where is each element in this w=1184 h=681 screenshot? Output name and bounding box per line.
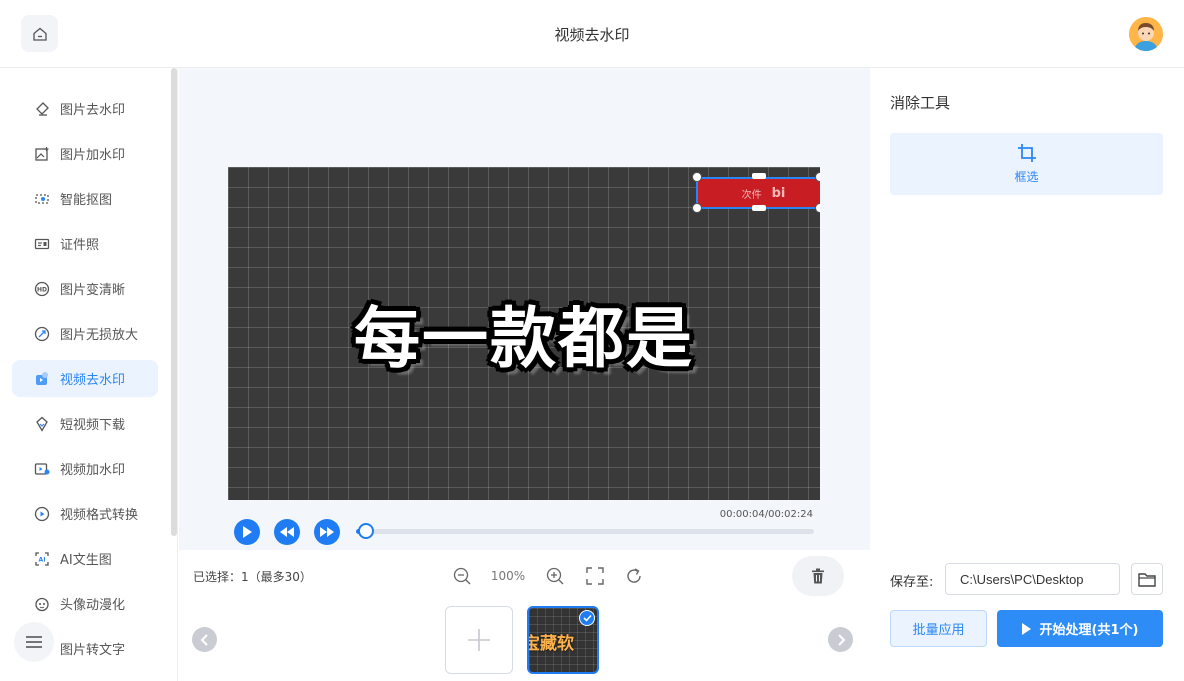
prev-button[interactable]: [192, 627, 217, 652]
forward-button[interactable]: [314, 519, 340, 545]
menu-button[interactable]: [14, 622, 54, 662]
chevron-right-icon: [837, 633, 845, 646]
anime-icon: [34, 596, 50, 612]
resize-handle-bottom[interactable]: [752, 205, 766, 211]
fit-screen-button[interactable]: [585, 566, 605, 586]
sidebar-item-video-format-convert[interactable]: 视频格式转换: [12, 495, 158, 532]
sidebar-item-label: 短视频下载: [60, 418, 126, 433]
delete-button[interactable]: [792, 556, 844, 596]
box-select-label: 框选: [1014, 170, 1039, 184]
time-display: 00:00:04/00:02:24: [719, 509, 813, 520]
zoom-out-icon: [453, 567, 471, 585]
video-thumbnail[interactable]: 宝藏软: [527, 606, 599, 674]
zoom-out-button[interactable]: [452, 566, 472, 586]
refresh-icon: [627, 568, 641, 583]
next-button[interactable]: [828, 627, 853, 652]
progress-thumb[interactable]: [358, 523, 374, 539]
play-icon: [243, 526, 252, 538]
start-process-button[interactable]: 开始处理(共1个): [997, 610, 1163, 647]
sidebar-item-video-remove-watermark[interactable]: 视频去水印: [12, 360, 158, 397]
selected-count: 已选择：1（最多30）: [193, 570, 312, 584]
page-title: 视频去水印: [554, 26, 630, 44]
image-add-icon: [34, 146, 50, 162]
enlarge-icon: [34, 326, 50, 342]
sidebar-item-label: 图片加水印: [60, 148, 126, 163]
sidebar-item-label: 智能抠图: [60, 193, 113, 208]
folder-icon: [1138, 572, 1156, 587]
sidebar-item-image-enhance[interactable]: HD 图片变清晰: [12, 270, 158, 307]
sidebar-item-image-add-watermark[interactable]: 图片加水印: [12, 135, 158, 172]
batch-apply-button[interactable]: 批量应用: [890, 610, 987, 647]
sidebar-item-id-photo[interactable]: 证件照: [12, 225, 158, 262]
start-process-label: 开始处理(共1个): [1039, 623, 1139, 638]
sidebar-item-video-add-watermark[interactable]: 视频加水印: [12, 450, 158, 487]
save-path-input[interactable]: [945, 563, 1120, 595]
id-card-icon: [34, 236, 50, 252]
sidebar-item-ai-text-to-image[interactable]: AI AI文生图: [12, 540, 158, 577]
zoom-level: 100%: [490, 569, 526, 583]
user-avatar[interactable]: [1129, 17, 1163, 51]
thumbnail-text: 宝藏软: [527, 634, 574, 654]
resize-handle-top-left[interactable]: [692, 172, 702, 182]
svg-text:HD: HD: [37, 286, 47, 293]
sidebar-item-image-remove-watermark[interactable]: 图片去水印: [12, 90, 158, 127]
play-triangle-icon: [1021, 622, 1031, 635]
sidebar-scrollbar[interactable]: [171, 68, 177, 536]
rewind-icon: [280, 527, 294, 537]
hd-icon: HD: [34, 281, 50, 297]
sidebar-item-label: 图片转文字: [60, 643, 126, 658]
avatar-icon: [1129, 17, 1163, 51]
app-window: 视频去水印 图片去水印 图片加水印 智能抠图 证件照 HD 图片变清晰 图片无损…: [0, 0, 1184, 681]
video-add-icon: [34, 461, 50, 477]
sidebar-item-label: 图片去水印: [60, 103, 126, 118]
download-icon: [34, 416, 50, 432]
progress-track[interactable]: [356, 529, 814, 534]
play-button[interactable]: [234, 519, 260, 545]
video-preview[interactable]: 每一款都是 次件 bi: [228, 167, 820, 500]
video-caption: 每一款都是: [354, 299, 694, 377]
cutout-icon: [34, 191, 50, 207]
zoom-in-icon: [546, 567, 564, 585]
browse-folder-button[interactable]: [1131, 563, 1163, 595]
resize-handle-top[interactable]: [752, 173, 766, 179]
sidebar: 图片去水印 图片加水印 智能抠图 证件照 HD 图片变清晰 图片无损放大 视频去…: [0, 68, 178, 681]
eraser-icon: [34, 101, 50, 117]
tools-title: 消除工具: [890, 94, 951, 112]
fast-forward-icon: [320, 527, 334, 537]
preview-area: 每一款都是 次件 bi 00:00:04/00:02:24: [179, 68, 870, 550]
sidebar-item-label: 视频去水印: [60, 373, 126, 388]
chevron-left-icon: [200, 633, 208, 646]
video-eraser-icon: [34, 371, 50, 387]
sidebar-item-label: 证件照: [60, 238, 100, 253]
svg-text:AI: AI: [39, 556, 46, 563]
sidebar-item-label: AI文生图: [60, 553, 112, 568]
resize-handle-top-right[interactable]: [815, 172, 820, 182]
convert-icon: [34, 506, 50, 522]
resize-handle-bottom-left[interactable]: [692, 203, 702, 213]
sidebar-item-avatar-anime[interactable]: 头像动漫化: [12, 585, 158, 622]
box-select-tool[interactable]: 框选: [890, 133, 1163, 195]
resize-handle-bottom-right[interactable]: [815, 203, 820, 213]
ai-image-icon: AI: [34, 551, 50, 567]
sidebar-item-short-video-download[interactable]: 短视频下载: [12, 405, 158, 442]
sidebar-item-label: 图片变清晰: [60, 283, 126, 298]
crop-icon: [1017, 144, 1036, 162]
fullscreen-icon: [586, 567, 604, 585]
header: 视频去水印: [0, 0, 1184, 68]
check-icon: [579, 610, 595, 626]
sidebar-item-smart-cutout[interactable]: 智能抠图: [12, 180, 158, 217]
save-label: 保存至:: [890, 575, 934, 590]
sidebar-item-lossless-enlarge[interactable]: 图片无损放大: [12, 315, 158, 352]
sidebar-item-label: 图片无损放大: [60, 328, 139, 343]
sidebar-item-label: 头像动漫化: [60, 598, 126, 613]
reset-button[interactable]: [624, 566, 644, 586]
sidebar-item-label: 视频加水印: [60, 463, 126, 478]
zoom-in-button[interactable]: [545, 566, 565, 586]
rewind-button[interactable]: [274, 519, 300, 545]
sidebar-item-label: 视频格式转换: [60, 508, 139, 523]
trash-icon: [812, 568, 824, 584]
menu-icon: [26, 636, 42, 648]
add-video-button[interactable]: [445, 606, 513, 674]
plus-icon: [468, 629, 490, 651]
